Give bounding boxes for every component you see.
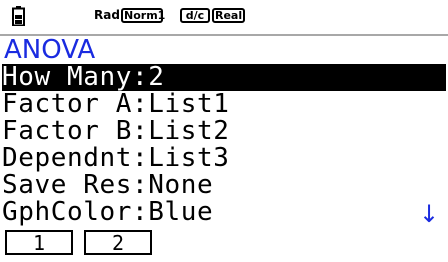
setting-value: List3 [148, 143, 230, 173]
f2-key-2[interactable]: 2 [84, 230, 152, 255]
setting-separator: : [132, 143, 149, 173]
setting-value: Blue [148, 197, 214, 227]
setting-row-factor-a[interactable]: Factor A:List1 [2, 91, 444, 118]
setting-label: Save Res [2, 170, 133, 200]
calculator-screen: Rad Norm1 d/c Real ANOVA How Many:2 Fact… [0, 0, 448, 262]
setting-value: List1 [148, 89, 230, 119]
scroll-down-arrow-icon: ↓ [418, 200, 440, 228]
setting-label: Dependnt [2, 143, 133, 173]
screen-title: ANOVA [4, 35, 96, 65]
setting-label: How Many [2, 62, 133, 92]
setting-row-save-res[interactable]: Save Res:None [2, 172, 444, 199]
setting-separator: : [132, 89, 149, 119]
setting-separator: : [132, 62, 149, 92]
angle-mode-indicator: Rad [94, 8, 120, 22]
setting-value: List2 [148, 116, 230, 146]
setting-row-how-many[interactable]: How Many:2 [2, 64, 446, 91]
setting-value: 2 [148, 62, 165, 92]
display-mode-indicator: Norm1 [121, 8, 165, 23]
status-bar: Rad Norm1 d/c Real [0, 0, 448, 36]
setting-label: Factor A [2, 89, 133, 119]
setting-row-dependent[interactable]: Dependnt:List3 [2, 145, 444, 172]
function-key-bar: 1 2 [0, 228, 448, 262]
complex-mode-indicator: Real [212, 8, 245, 23]
setting-label: GphColor [2, 197, 133, 227]
setting-separator: : [132, 170, 149, 200]
battery-icon [12, 6, 25, 26]
fraction-mode-indicator: d/c [180, 8, 210, 23]
f1-key-1[interactable]: 1 [5, 230, 73, 255]
setting-row-factor-b[interactable]: Factor B:List2 [2, 118, 444, 145]
setting-label: Factor B [2, 116, 133, 146]
setting-separator: : [132, 197, 149, 227]
setting-separator: : [132, 116, 149, 146]
setting-row-graph-color[interactable]: GphColor:Blue [2, 199, 444, 226]
setting-value: None [148, 170, 214, 200]
